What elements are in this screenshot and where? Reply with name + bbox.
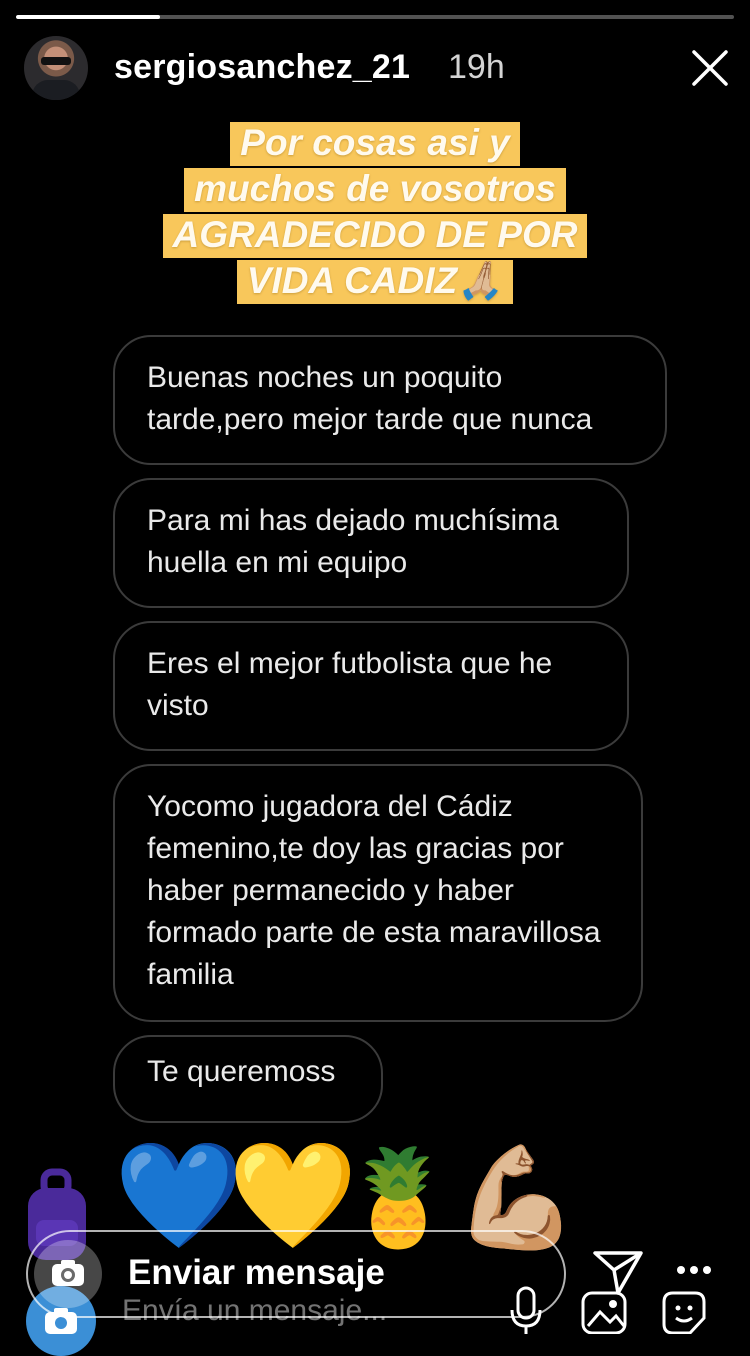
message-text: Para mi has dejado muchísima huella en m…: [147, 504, 559, 579]
avatar-glasses: [41, 57, 71, 65]
message-bubble: Yocomo jugadora del Cádiz femenino,te do…: [113, 764, 643, 1022]
message-bubble: Te queremoss: [113, 1035, 383, 1123]
avatar[interactable]: [24, 36, 88, 100]
gallery-icon: [581, 1291, 627, 1334]
caption-line: VIDA CADIZ🙏🏼: [236, 260, 514, 304]
username[interactable]: sergiosanchez_21: [114, 48, 410, 87]
message-bubble: Buenas noches un poquito tarde,pero mejo…: [113, 335, 667, 465]
sticker-icon: [662, 1291, 706, 1334]
caption-line: muchos de vosotros: [184, 168, 566, 212]
camera-icon: [52, 1260, 84, 1286]
message-text: Te queremoss: [147, 1055, 336, 1088]
close-icon[interactable]: [688, 46, 732, 90]
caption-line: Por cosas asi y: [230, 122, 520, 166]
caption-line: AGRADECIDO DE POR: [162, 214, 588, 258]
message-bubble: Para mi has dejado muchísima huella en m…: [113, 478, 629, 608]
story-caption: Por cosas asi y muchos de vosotros AGRAD…: [0, 122, 750, 306]
avatar-shirt: [32, 80, 80, 100]
story-progress-fill: [16, 15, 160, 19]
message-text: Buenas noches un poquito tarde,pero mejo…: [147, 361, 593, 436]
more-icon[interactable]: [676, 1264, 712, 1276]
message-bubble: Eres el mejor futbolista que he visto: [113, 621, 629, 751]
message-text: Eres el mejor futbolista que he visto: [147, 647, 553, 722]
story-time: 19h: [448, 48, 505, 86]
camera-button[interactable]: [34, 1240, 102, 1308]
message-text: Yocomo jugadora del Cádiz femenino,te do…: [147, 790, 601, 991]
send-icon[interactable]: [592, 1250, 644, 1296]
send-message-label[interactable]: Enviar mensaje: [128, 1253, 385, 1293]
story-progress-bar: [16, 15, 734, 19]
